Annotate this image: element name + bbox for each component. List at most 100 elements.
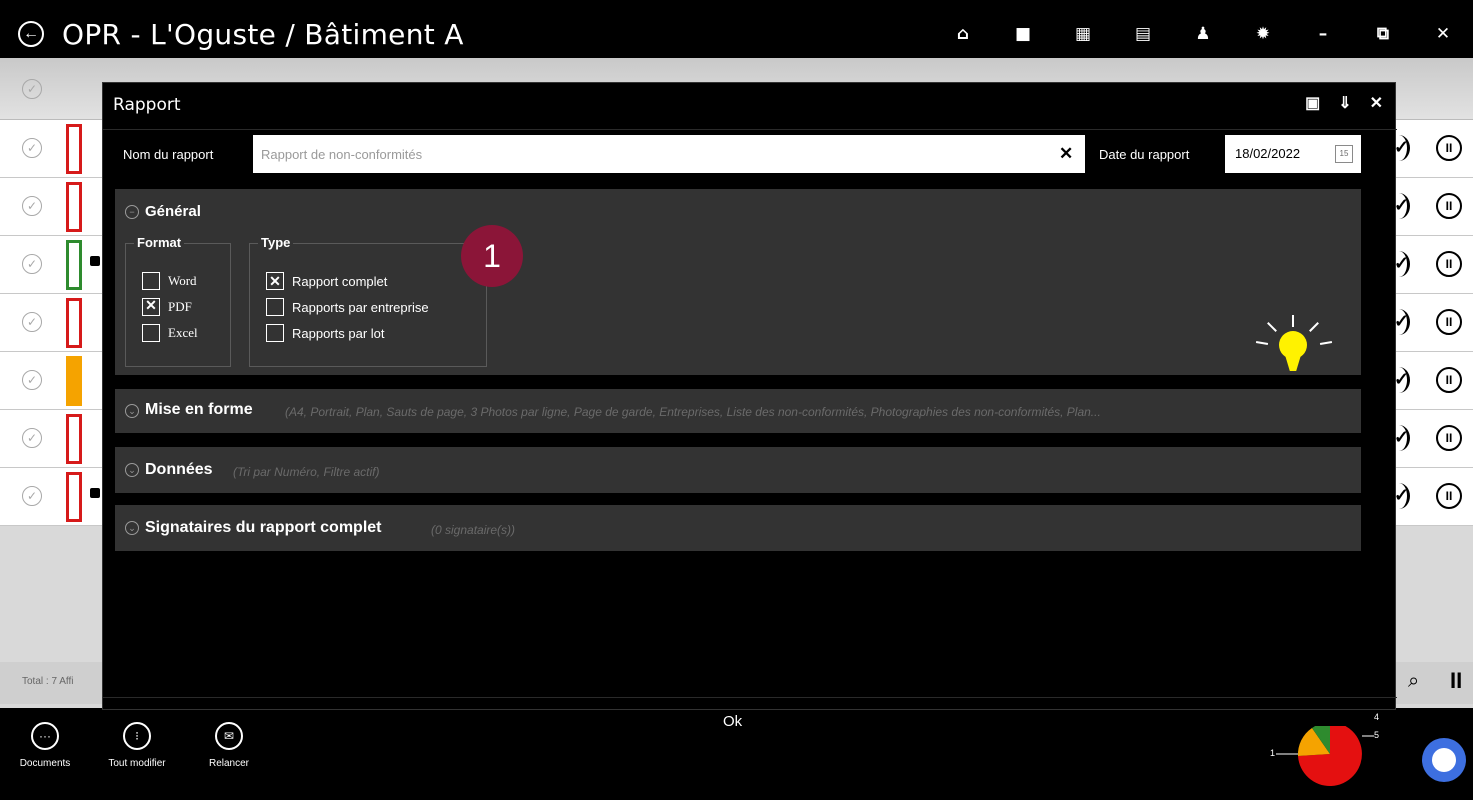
minimize-icon[interactable]: – <box>1293 24 1353 44</box>
pdf-checkbox[interactable]: ✕ <box>142 298 160 316</box>
documents-label: Documents <box>19 758 71 769</box>
search-icon[interactable]: ⌕ <box>1408 670 1419 693</box>
row-check-icon[interactable]: ✓ <box>22 312 42 332</box>
row-check-icon[interactable]: ✓ <box>22 370 42 390</box>
pause-icon[interactable]: II <box>1450 668 1462 694</box>
section-layout-title[interactable]: Mise en forme <box>145 401 253 419</box>
status-pie-chart[interactable]: 1 5 4 <box>1270 712 1380 796</box>
excel-checkbox[interactable] <box>142 324 160 342</box>
status-marker <box>66 472 82 522</box>
pause-icon[interactable]: II <box>1436 367 1462 393</box>
pie-label: 5 <box>1374 730 1380 740</box>
edit-all-button[interactable]: ⁝ Tout modifier <box>92 722 182 769</box>
by-company-label: Rapports par entreprise <box>292 299 429 315</box>
select-all-check-icon[interactable]: ✓ <box>22 79 42 99</box>
section-signatories-title[interactable]: Signataires du rapport complet <box>145 519 381 537</box>
type-group: Type ✕ Rapport complet Rapports par entr… <box>249 235 487 367</box>
section-layout[interactable]: ⌄ Mise en forme (A4, Portrait, Plan, Sau… <box>115 389 1361 433</box>
row-check-icon[interactable]: ✓ <box>22 428 42 448</box>
complete-label: Rapport complet <box>292 273 388 289</box>
row-actions: ✓ II <box>1388 365 1473 395</box>
row-actions: ✓ II <box>1388 307 1473 337</box>
row-check-icon[interactable]: ✓ <box>22 486 42 506</box>
page-title: OPR - L'Oguste / Bâtiment A <box>62 17 464 51</box>
format-excel-option[interactable]: Excel <box>142 324 198 342</box>
status-marker <box>66 240 82 290</box>
pause-icon[interactable]: II <box>1436 251 1462 277</box>
lightbulb-icon[interactable] <box>1255 311 1337 381</box>
pause-icon[interactable]: II <box>1436 193 1462 219</box>
user-avatar[interactable] <box>1422 738 1466 782</box>
by-lot-checkbox[interactable] <box>266 324 284 342</box>
restore-icon[interactable]: ⧉ <box>1353 24 1413 44</box>
section-data[interactable]: ⌄ Données (Tri par Numéro, Filtre actif) <box>115 447 1361 493</box>
calendar-icon[interactable]: 15 <box>1335 145 1353 163</box>
section-signatories[interactable]: ⌄ Signataires du rapport complet (0 sign… <box>115 505 1361 551</box>
dialog-title: Rapport <box>113 95 181 115</box>
calendar-icon[interactable]: ▤ <box>1113 24 1173 44</box>
bulb-ray <box>1255 340 1269 346</box>
format-pdf-option[interactable]: ✕ PDF <box>142 298 192 316</box>
section-layout-summary: (A4, Portrait, Plan, Sauts de page, 3 Ph… <box>285 405 1101 419</box>
type-complete-option[interactable]: ✕ Rapport complet <box>266 272 387 290</box>
user-icon[interactable]: ♟ <box>1173 24 1233 44</box>
documents-icon: ··· <box>31 722 59 750</box>
camera-icon <box>90 488 100 498</box>
documents-button[interactable]: ··· Documents <box>0 722 90 769</box>
report-name-input[interactable] <box>253 135 1085 173</box>
section-general-title[interactable]: Général <box>145 203 201 220</box>
remind-label: Relancer <box>208 758 250 769</box>
grid-icon[interactable]: ▦ <box>1053 24 1113 44</box>
status-marker <box>66 356 82 406</box>
app-window: ← OPR - L'Oguste / Bâtiment A ⌂ ■ ▦ ▤ ♟ … <box>0 0 1473 800</box>
section-general: − Général Format Word ✕ PDF Excel Type ✕… <box>115 189 1361 375</box>
type-by-company-option[interactable]: Rapports par entreprise <box>266 298 429 316</box>
section-data-title[interactable]: Données <box>145 461 213 479</box>
gear-icon[interactable]: ✹ <box>1233 24 1293 44</box>
section-data-summary: (Tri par Numéro, Filtre actif) <box>233 465 380 479</box>
format-word-option[interactable]: Word <box>142 272 197 290</box>
clear-icon[interactable]: ✕ <box>1059 144 1073 164</box>
row-actions: ✓ II <box>1388 249 1473 279</box>
by-company-checkbox[interactable] <box>266 298 284 316</box>
expand-icon[interactable]: ⌄ <box>125 463 139 477</box>
close-icon[interactable]: ✕ <box>1370 93 1383 113</box>
validate-glyph: ✓ <box>1394 253 1410 273</box>
row-actions: ✓ II <box>1388 133 1473 163</box>
collapse-icon[interactable]: − <box>125 205 139 219</box>
validate-glyph: ✓ <box>1394 311 1410 331</box>
row-check-icon[interactable]: ✓ <box>22 138 42 158</box>
row-check-icon[interactable]: ✓ <box>22 196 42 216</box>
word-checkbox[interactable] <box>142 272 160 290</box>
by-lot-label: Rapports par lot <box>292 325 385 341</box>
remind-button[interactable]: ✉ Relancer <box>184 722 274 769</box>
bulb-ray <box>1292 315 1294 327</box>
save-icon[interactable]: ▣ <box>1305 93 1320 113</box>
pause-icon[interactable]: II <box>1436 425 1462 451</box>
row-check-icon[interactable]: ✓ <box>22 254 42 274</box>
expand-icon[interactable]: ⌄ <box>125 521 139 535</box>
pause-icon[interactable]: II <box>1436 135 1462 161</box>
format-legend: Format <box>134 235 185 250</box>
home-icon[interactable]: ⌂ <box>933 24 993 44</box>
folder-icon[interactable]: ■ <box>993 24 1053 44</box>
back-arrow-icon[interactable]: ← <box>18 21 44 47</box>
close-icon[interactable]: ✕ <box>1413 24 1473 44</box>
pause-icon[interactable]: II <box>1436 483 1462 509</box>
pie-label: 1 <box>1270 748 1276 758</box>
bulb-ray <box>1267 322 1277 332</box>
pause-icon[interactable]: II <box>1436 309 1462 335</box>
title-bar: ← OPR - L'Oguste / Bâtiment A ⌂ ■ ▦ ▤ ♟ … <box>0 10 1473 58</box>
status-marker <box>66 182 82 232</box>
complete-checkbox[interactable]: ✕ <box>266 272 284 290</box>
status-marker <box>66 414 82 464</box>
report-date-label: Date du rapport <box>1099 147 1190 162</box>
type-by-lot-option[interactable]: Rapports par lot <box>266 324 385 342</box>
download-icon[interactable]: ⇓ <box>1338 93 1351 113</box>
expand-icon[interactable]: ⌄ <box>125 404 139 418</box>
bulb-ray <box>1309 322 1319 332</box>
report-date-field[interactable]: 18/02/2022 15 <box>1225 135 1361 173</box>
report-dialog: Rapport ▣ ⇓ ✕ Nom du rapport ✕ Date du r… <box>102 82 1397 730</box>
excel-label: Excel <box>168 325 198 340</box>
ok-button[interactable]: Ok <box>723 713 742 730</box>
